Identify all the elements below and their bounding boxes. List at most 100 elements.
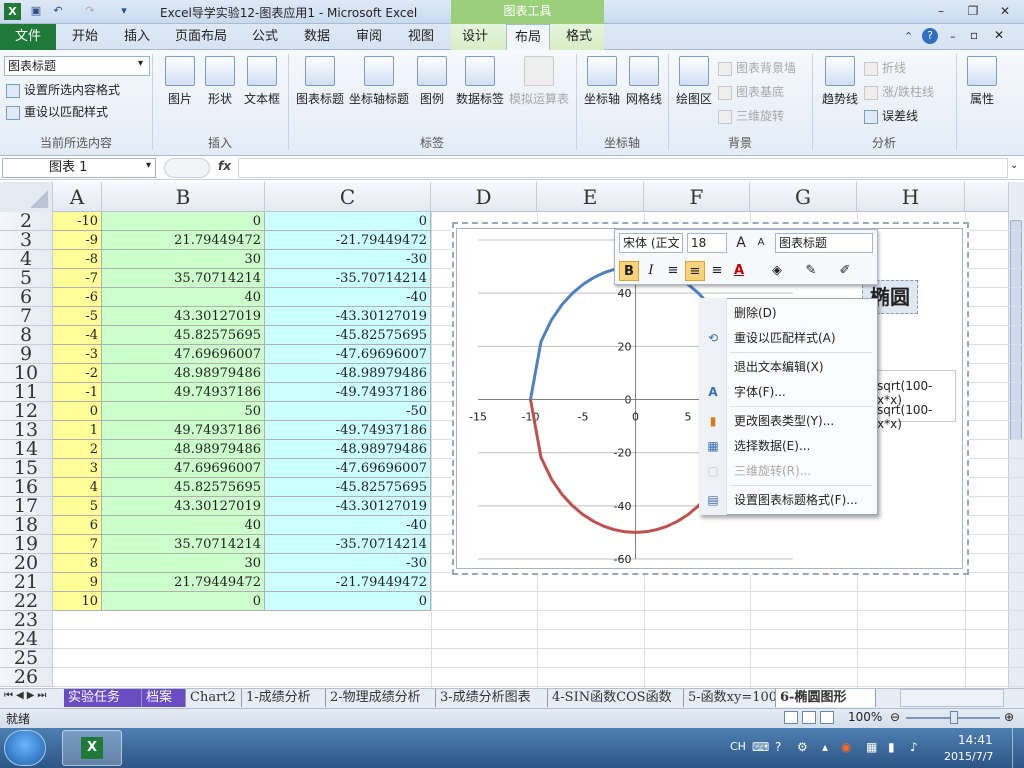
insert-shapes-button[interactable]: 形状 [198,56,242,107]
cell-a[interactable]: 6 [53,516,102,535]
menu-item-3d-rotation[interactable]: 三维旋转(R)... [734,461,811,481]
sheet-tab[interactable]: 6-椭圆图形 [776,689,876,707]
tab-file[interactable]: 文件 [0,24,56,50]
font-color-button[interactable]: A [729,261,749,281]
format-selection-button[interactable]: 设置所选内容格式 [6,80,120,100]
cell-a[interactable]: 9 [53,573,102,592]
cell-c[interactable]: 0 [265,592,431,611]
menu-item-delete[interactable]: 删除(D) [734,303,777,323]
sheet-tab[interactable]: 档案 [142,689,186,707]
format-painter-icon[interactable]: ✐ [835,261,855,281]
trendline-button[interactable]: 趋势线 [818,56,862,107]
shrink-font-button[interactable]: A [751,233,771,253]
windows-start-icon[interactable] [4,730,46,766]
customize-quick-access-icon[interactable]: ▾ [116,3,132,19]
insert-function-icon[interactable]: fx [218,159,231,173]
sheet-tab[interactable]: 1-成绩分析 [242,689,326,707]
tab-page-layout[interactable]: 页面布局 [168,24,234,50]
cell-c[interactable]: -48.98979486 [265,440,431,459]
3d-rotation-button[interactable]: 三维旋转 [718,106,784,126]
axis-titles-button[interactable]: 坐标轴标题 [348,56,410,107]
align-center-icon[interactable]: ≡ [685,261,705,281]
align-left-icon[interactable]: ≡ [663,261,683,281]
chart-wall-button[interactable]: 图表背景墙 [718,58,796,78]
zoom-in-icon[interactable]: ⊕ [1004,710,1014,724]
sheet-tab[interactable]: 4-SIN函数COS函数 [548,689,684,707]
menu-item-change-chart-type[interactable]: 更改图表类型(Y)... [734,411,834,431]
column-header-a[interactable]: A [53,182,102,212]
cell-b[interactable]: 0 [102,592,265,611]
cell-a[interactable]: -1 [53,383,102,402]
cell-c[interactable]: -49.74937186 [265,383,431,402]
clock-time[interactable]: 14:41 [958,733,993,747]
cell-a[interactable]: 7 [53,535,102,554]
legend-button[interactable]: 图例 [414,56,450,107]
column-header-g[interactable]: G [750,182,857,212]
expand-formula-bar-icon[interactable]: ⌄ [1010,160,1018,171]
cell-b[interactable]: 49.74937186 [102,421,265,440]
page-break-view-icon[interactable] [820,711,834,724]
cell-a[interactable]: 8 [53,554,102,573]
zoom-slider-thumb[interactable] [950,711,958,724]
action-center-icon[interactable]: ▦ [866,740,877,754]
tab-formulas[interactable]: 公式 [244,24,286,50]
help-tray-icon[interactable]: ? [775,740,781,754]
tab-home[interactable]: 开始 [62,24,108,50]
cell-c[interactable]: -30 [265,554,431,573]
tab-design[interactable]: 设计 [454,24,496,50]
network-icon[interactable]: ▮ [888,740,895,754]
cell-c[interactable]: 0 [265,212,431,231]
cell-c[interactable]: -49.74937186 [265,421,431,440]
column-header-h[interactable]: H [857,182,965,212]
taskbar-excel-button[interactable]: X [62,730,122,766]
font-name-box[interactable]: 宋体 (正文 [619,233,683,253]
ribbon-restore-icon[interactable]: ▫ [970,28,978,42]
name-box[interactable]: 图表 1 [2,158,156,178]
axes-button[interactable]: 坐标轴 [580,56,624,107]
namebox-dropdown-icon[interactable]: ▾ [146,160,151,171]
bold-button[interactable]: B [619,261,639,281]
sheet-tab[interactable]: Chart2 [186,689,242,707]
cell-b[interactable]: 45.82575695 [102,478,265,497]
chart-element-select[interactable]: 图表标题 [4,56,150,76]
cell-a[interactable]: 5 [53,497,102,516]
help-icon[interactable]: ? [922,28,938,44]
cell-a[interactable]: -8 [53,250,102,269]
redo-icon[interactable]: ↷ [82,3,98,19]
cell-a[interactable]: -6 [53,288,102,307]
cell-b[interactable]: 50 [102,402,265,421]
tab-data[interactable]: 数据 [296,24,338,50]
cell-b[interactable]: 40 [102,516,265,535]
tab-format[interactable]: 格式 [558,24,600,50]
cell-c[interactable]: -35.70714214 [265,535,431,554]
cell-a[interactable]: 3 [53,459,102,478]
cell-c[interactable]: -40 [265,288,431,307]
row-header[interactable]: 26 [0,668,53,687]
cell-b[interactable]: 40 [102,288,265,307]
fill-color-icon[interactable]: ◈ [767,261,787,281]
cell-a[interactable]: 2 [53,440,102,459]
cell-b[interactable]: 48.98979486 [102,440,265,459]
menu-item-select-data[interactable]: 选择数据(E)... [734,436,810,456]
minimize-button[interactable]: – [930,2,952,20]
cell-b[interactable]: 21.79449472 [102,573,265,592]
cell-c[interactable]: -30 [265,250,431,269]
sheet-tab[interactable]: 3-成绩分析图表 [436,689,548,707]
column-header-d[interactable]: D [431,182,537,212]
up-down-bars-button[interactable]: 涨/跌柱线 [864,82,934,102]
cell-b[interactable]: 47.69696007 [102,345,265,364]
cell-a[interactable]: -3 [53,345,102,364]
cell-b[interactable]: 0 [102,212,265,231]
data-labels-button[interactable]: 数据标签 [454,56,506,107]
chart-floor-button[interactable]: 图表基底 [718,82,784,102]
font-size-box[interactable]: 18 [687,233,727,253]
cell-c[interactable]: -50 [265,402,431,421]
align-right-icon[interactable]: ≡ [707,261,727,281]
undo-icon[interactable]: ↶ [50,3,66,19]
show-desktop-button[interactable] [1012,728,1024,768]
cell-c[interactable]: -47.69696007 [265,345,431,364]
cell-a[interactable]: 0 [53,402,102,421]
cell-c[interactable]: -40 [265,516,431,535]
cell-c[interactable]: -21.79449472 [265,573,431,592]
zoom-out-icon[interactable]: ⊖ [890,710,900,724]
